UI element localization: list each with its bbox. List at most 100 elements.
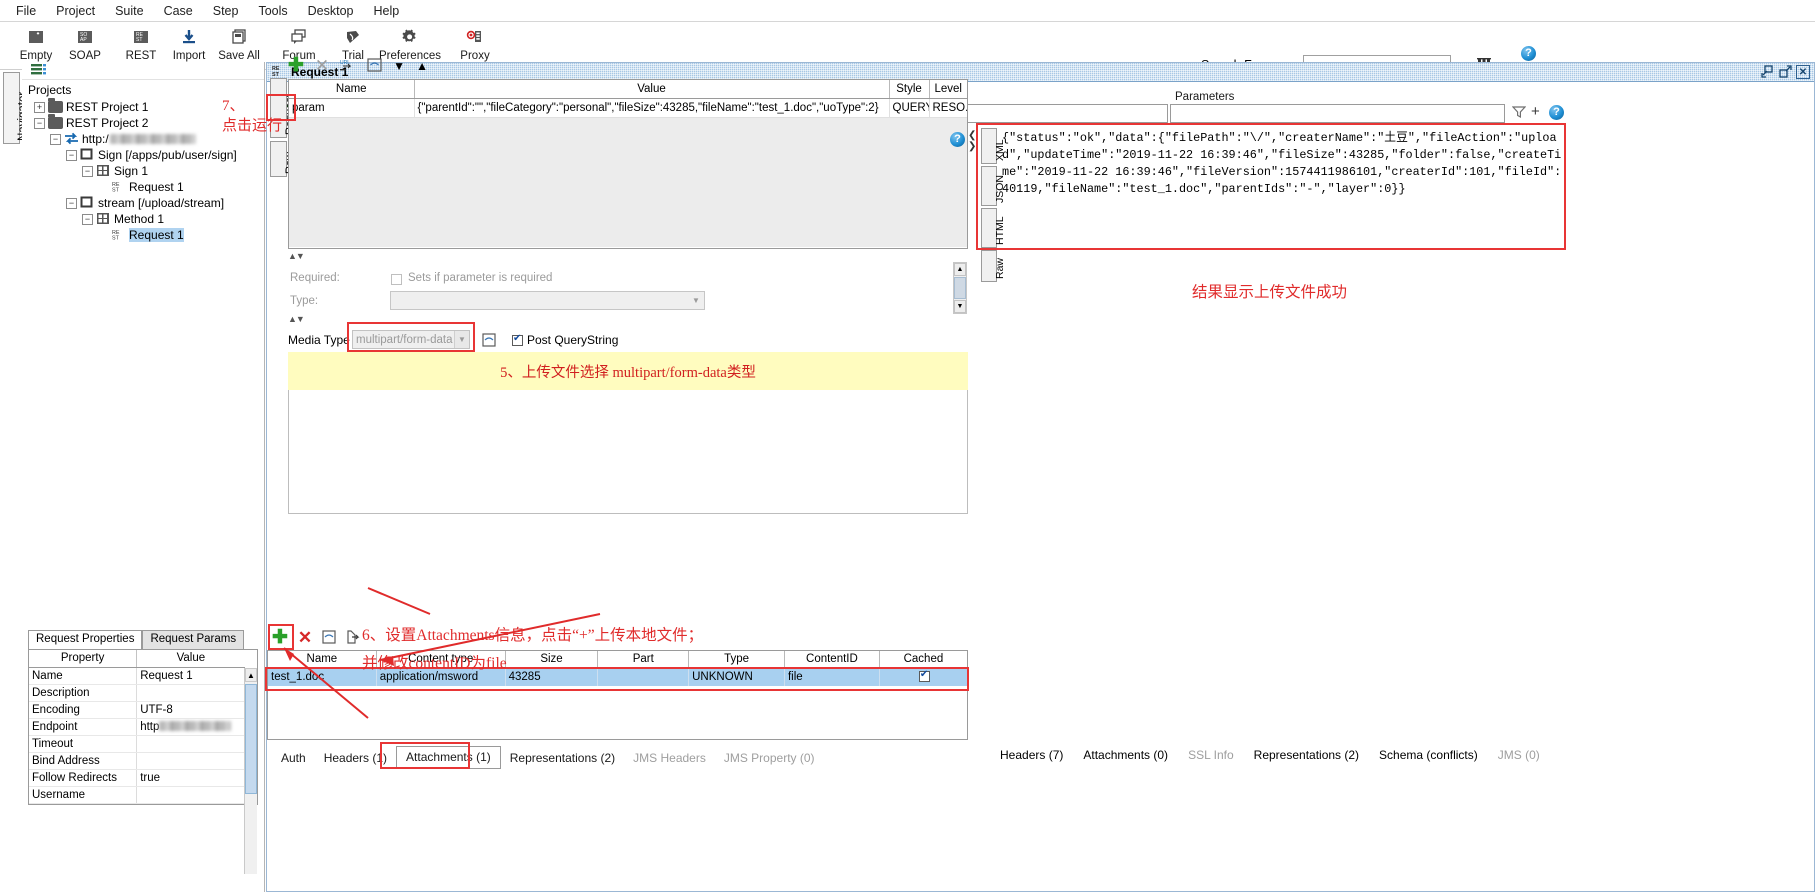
response-tab-representations[interactable]: Representations (2) xyxy=(1244,745,1369,765)
props-cell-value[interactable]: UTF-8 xyxy=(137,701,245,718)
props-cell-value[interactable]: true xyxy=(137,769,245,786)
props-row[interactable]: Encoding UTF-8 xyxy=(29,701,245,718)
response-tab-xml[interactable]: XML xyxy=(981,128,997,164)
tree-node-request-1-selected[interactable]: REST Request 1 xyxy=(26,227,264,243)
parameters-add-icon[interactable]: + xyxy=(1531,103,1540,120)
extract-params-icon[interactable] xyxy=(367,58,382,75)
menu-item-suite[interactable]: Suite xyxy=(105,2,154,20)
params-cell-name[interactable]: param xyxy=(289,98,414,117)
att-cell-cached[interactable] xyxy=(879,668,967,686)
response-tab-raw[interactable]: Raw xyxy=(981,250,997,282)
response-tab-jms[interactable]: JMS (0) xyxy=(1488,745,1550,765)
parameters-help-icon[interactable]: ? xyxy=(1549,105,1564,120)
att-cell-contentid[interactable]: file xyxy=(784,668,879,686)
response-help-icon[interactable]: ? xyxy=(950,132,965,147)
navigator-side-tab[interactable]: Navigator xyxy=(3,72,20,144)
parameters-edit-icon[interactable] xyxy=(1512,105,1526,122)
menu-item-project[interactable]: Project xyxy=(46,2,105,20)
scroll-thumb[interactable] xyxy=(954,277,966,299)
type-select[interactable]: ▼ xyxy=(390,291,705,310)
response-tab-html[interactable]: HTML xyxy=(981,208,997,248)
post-querystring-checkbox[interactable] xyxy=(512,334,523,348)
menu-item-case[interactable]: Case xyxy=(154,2,203,20)
expander-icon[interactable]: − xyxy=(50,134,61,145)
response-tab-json[interactable]: JSON xyxy=(981,166,997,206)
navigator-filter-icon[interactable] xyxy=(31,65,47,79)
tree-node-request-sign-1[interactable]: REST Request 1 xyxy=(26,179,264,195)
props-cell-value[interactable] xyxy=(137,786,245,803)
menu-item-desktop[interactable]: Desktop xyxy=(298,2,364,20)
props-cell-value[interactable]: Request 1 xyxy=(137,667,245,684)
menu-item-file[interactable]: File xyxy=(6,2,46,20)
required-checkbox[interactable] xyxy=(391,273,402,287)
splitter-params[interactable]: ▲▼ xyxy=(288,251,304,261)
params-cell-level[interactable]: RESO... xyxy=(929,98,967,117)
params-row[interactable]: param {"parentId":"","fileCategory":"per… xyxy=(289,98,967,117)
url-encode-icon[interactable]: URL xyxy=(340,58,356,75)
tab-headers[interactable]: Headers (1) xyxy=(315,748,396,769)
response-body[interactable]: {"status":"ok","data":{"filePath":"\/","… xyxy=(1002,130,1562,730)
move-down-icon[interactable]: ▼ xyxy=(393,59,405,73)
export-icon[interactable] xyxy=(346,630,360,647)
props-row[interactable]: Bind Address xyxy=(29,752,245,769)
side-tab-raw[interactable]: Raw xyxy=(270,141,287,177)
props-row[interactable]: Username xyxy=(29,786,245,803)
tab-representations[interactable]: Representations (2) xyxy=(501,748,624,769)
splitter-media[interactable]: ▲▼ xyxy=(288,314,304,324)
props-row[interactable]: Description xyxy=(29,684,245,701)
menu-item-step[interactable]: Step xyxy=(203,2,249,20)
tab-jms-headers[interactable]: JMS Headers xyxy=(624,748,715,769)
expander-icon[interactable]: − xyxy=(82,214,93,225)
parameters-input[interactable] xyxy=(1170,104,1505,123)
media-type-extra-icon[interactable] xyxy=(482,333,496,350)
response-tab-ssl-info[interactable]: SSL Info xyxy=(1178,745,1244,765)
props-cell-value[interactable] xyxy=(137,684,245,701)
close-icon[interactable]: ✕ xyxy=(1796,65,1810,79)
props-row[interactable]: Name Request 1 xyxy=(29,667,245,684)
props-cell-value[interactable] xyxy=(137,735,245,752)
tab-attachments[interactable]: Attachments (1) xyxy=(396,746,501,769)
props-row[interactable]: Endpoint http xyxy=(29,718,245,735)
props-cell-value[interactable] xyxy=(137,752,245,769)
menu-item-tools[interactable]: Tools xyxy=(248,2,297,20)
params-cell-style[interactable]: QUERY xyxy=(889,98,929,117)
type-pane-scrollbar[interactable]: ▲ ▼ xyxy=(953,262,967,314)
scroll-up-icon[interactable]: ▲ xyxy=(245,668,257,682)
add-param-icon[interactable]: ✚ xyxy=(288,59,304,73)
tab-auth[interactable]: Auth xyxy=(272,748,315,769)
remove-param-icon[interactable]: ✕ xyxy=(315,59,329,73)
remove-attachment-icon[interactable]: ✕ xyxy=(298,631,312,645)
props-scrollbar[interactable]: ▲ xyxy=(244,668,257,874)
chevron-down-icon[interactable]: ▼ xyxy=(688,292,704,309)
tree-node-resource-sign[interactable]: − Sign [/apps/pub/user/sign] xyxy=(26,147,264,163)
expander-icon[interactable]: − xyxy=(66,198,77,209)
tree-node-method-1[interactable]: − Method 1 xyxy=(26,211,264,227)
chevron-down-icon[interactable]: ▼ xyxy=(454,331,469,348)
response-tab-headers[interactable]: Headers (7) xyxy=(990,745,1073,765)
props-row[interactable]: Timeout xyxy=(29,735,245,752)
media-type-select[interactable]: multipart/form-data ▼ xyxy=(352,330,470,349)
response-tab-schema[interactable]: Schema (conflicts) xyxy=(1369,745,1488,765)
tab-request-params[interactable]: Request Params xyxy=(142,630,244,649)
expander-icon[interactable]: − xyxy=(82,166,93,177)
properties-icon[interactable] xyxy=(322,630,336,647)
att-cell-name[interactable]: test_1.doc xyxy=(268,668,376,686)
menu-item-help[interactable]: Help xyxy=(364,2,410,20)
props-row[interactable]: Follow Redirects true xyxy=(29,769,245,786)
response-tab-attachments[interactable]: Attachments (0) xyxy=(1073,745,1178,765)
params-cell-value[interactable]: {"parentId":"","fileCategory":"personal"… xyxy=(414,98,889,117)
tree-node-resource-stream[interactable]: − stream [/upload/stream] xyxy=(26,195,264,211)
expander-icon[interactable]: − xyxy=(34,118,45,129)
tab-jms-property[interactable]: JMS Property (0) xyxy=(715,748,824,769)
tab-request-properties[interactable]: Request Properties xyxy=(28,630,142,649)
restore-down-icon[interactable] xyxy=(1760,65,1774,79)
tree-node-method-sign-1[interactable]: − Sign 1 xyxy=(26,163,264,179)
add-attachment-icon[interactable]: ✚ xyxy=(272,631,288,645)
scroll-down-icon[interactable]: ▼ xyxy=(954,300,966,313)
scroll-thumb[interactable] xyxy=(245,684,257,794)
expander-icon[interactable]: − xyxy=(66,150,77,161)
expander-icon[interactable]: + xyxy=(34,102,45,113)
props-cell-value[interactable]: http xyxy=(137,718,245,735)
maximize-icon[interactable] xyxy=(1778,65,1792,79)
move-up-icon[interactable]: ▲ xyxy=(416,59,428,73)
